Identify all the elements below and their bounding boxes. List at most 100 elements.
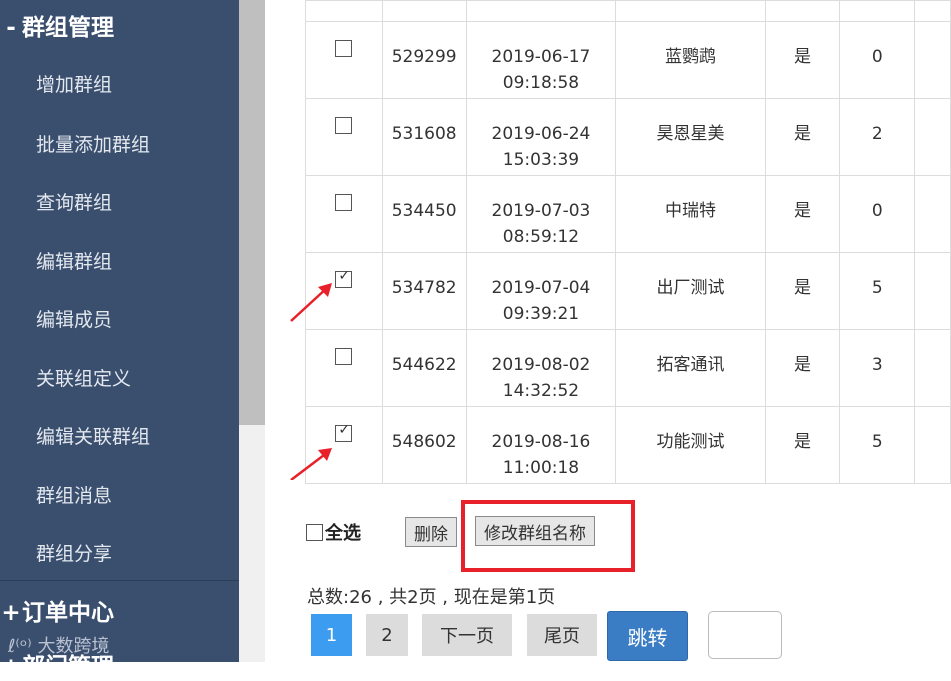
extra-cell xyxy=(914,329,951,407)
row-select-cell xyxy=(305,175,383,253)
created-cell: 2019-06-17 09:18:58 xyxy=(465,21,617,99)
row-checkbox[interactable] xyxy=(335,348,353,365)
flag-cell: 是 xyxy=(764,329,841,407)
group-name-cell: 蓝鹦鹉 xyxy=(615,21,766,99)
created-date: 2019-06-24 xyxy=(491,124,591,144)
table-row: 531608 2019-06-24 15:03:39 昊恩星美 是 2 xyxy=(305,98,951,176)
page-number-input[interactable] xyxy=(708,611,782,659)
sidebar-divider xyxy=(0,580,239,581)
group-id: 531608 xyxy=(391,124,457,144)
sidebar-item[interactable]: 增加群组 xyxy=(36,70,112,97)
page-2-button[interactable]: 2 xyxy=(366,614,408,656)
sidebar-section-order[interactable]: +订单中心 xyxy=(0,593,114,627)
flag-cell: 是 xyxy=(764,98,841,176)
created-time: 14:32:52 xyxy=(502,381,580,401)
created-cell: 2019-08-02 14:32:52 xyxy=(465,329,617,407)
highlight-box xyxy=(461,500,635,572)
group-name: 昊恩星美 xyxy=(656,124,725,144)
sidebar-section-group-title: 群组管理 xyxy=(22,15,114,41)
flag-value: 是 xyxy=(794,355,812,375)
row-select-cell xyxy=(305,21,383,99)
watermark-text: 大数跨境 xyxy=(37,636,110,657)
group-name: 功能测试 xyxy=(656,432,725,452)
group-id-cell: 534782 xyxy=(381,252,467,330)
group-name: 中瑞特 xyxy=(664,201,716,221)
group-id: 548602 xyxy=(391,432,457,452)
flag-cell: 是 xyxy=(764,21,841,99)
sidebar-item[interactable]: 查询群组 xyxy=(36,188,112,215)
group-id-cell: 534450 xyxy=(381,175,467,253)
table-row: 529299 2019-06-17 09:18:58 蓝鹦鹉 是 0 xyxy=(305,21,951,99)
delete-button[interactable]: 删除 xyxy=(405,517,457,547)
created-cell: 2019-08-16 11:00:18 xyxy=(465,406,617,484)
member-count: 5 xyxy=(871,432,883,452)
watermark-logo: ℓ⁽ᵒ⁾ 大数跨境 xyxy=(8,632,109,658)
select-all-label: 全选 xyxy=(325,523,361,544)
sidebar-item[interactable]: 编辑关联群组 xyxy=(36,422,150,449)
table-row: 548602 2019-08-16 11:00:18 功能测试 是 5 xyxy=(305,406,951,484)
sidebar-item[interactable]: 群组消息 xyxy=(36,481,112,508)
group-id-cell: 548602 xyxy=(381,406,467,484)
row-checkbox[interactable] xyxy=(335,40,353,57)
last-page-button[interactable]: 尾页 xyxy=(527,614,597,656)
count-cell: 2 xyxy=(839,98,916,176)
next-page-button[interactable]: 下一页 xyxy=(422,614,512,656)
scrollbar-thumb[interactable] xyxy=(239,0,265,425)
group-id: 534782 xyxy=(391,278,457,298)
count-cell: 0 xyxy=(839,175,916,253)
expand-icon: + xyxy=(1,600,21,626)
sidebar-section-order-title: 订单中心 xyxy=(22,600,114,626)
group-name-cell: 中瑞特 xyxy=(615,175,766,253)
created-time: 15:03:39 xyxy=(502,150,580,170)
pagination-summary: 总数:26 , 共2页 , 现在是第1页 xyxy=(307,587,556,608)
extra-cell xyxy=(914,98,951,176)
group-name: 出厂测试 xyxy=(656,278,725,298)
created-time: 11:00:18 xyxy=(502,458,580,478)
sidebar-section-group[interactable]: - 群组管理 xyxy=(0,8,114,42)
group-id-cell: 531608 xyxy=(381,98,467,176)
created-date: 2019-07-03 xyxy=(491,201,591,221)
group-name: 蓝鹦鹉 xyxy=(664,47,716,67)
select-all-checkbox[interactable]: 全选 xyxy=(306,519,361,545)
member-count: 0 xyxy=(871,201,883,221)
extra-cell xyxy=(914,406,951,484)
row-checkbox[interactable] xyxy=(335,194,353,211)
sidebar-item[interactable]: 编辑成员 xyxy=(36,305,112,332)
group-name-cell: 昊恩星美 xyxy=(615,98,766,176)
group-id: 529299 xyxy=(391,47,457,67)
sidebar-item[interactable]: 群组分享 xyxy=(36,539,112,566)
sidebar-item[interactable]: 关联组定义 xyxy=(36,364,131,391)
checkbox-icon[interactable] xyxy=(306,523,323,541)
arrow-annotation-icon xyxy=(290,283,332,322)
extra-cell xyxy=(914,252,951,330)
group-table: 529299 2019-06-17 09:18:58 蓝鹦鹉是 0 531608 2019-… xyxy=(305,0,951,484)
table-row-partial xyxy=(305,0,951,22)
collapse-icon: - xyxy=(6,15,16,41)
created-cell: 2019-07-04 09:39:21 xyxy=(465,252,617,330)
sidebar-item[interactable]: 批量添加群组 xyxy=(36,130,150,157)
page-1-button[interactable]: 1 xyxy=(311,614,352,656)
table-row: 544622 2019-08-02 14:32:52 拓客通讯 是 3 xyxy=(305,329,951,407)
member-count: 0 xyxy=(871,47,883,67)
flag-value: 是 xyxy=(794,278,812,298)
watermark-icon: ℓ⁽ᵒ⁾ xyxy=(8,636,38,657)
extra-cell xyxy=(914,21,951,99)
sidebar-item[interactable]: 编辑群组 xyxy=(36,247,112,274)
jump-button[interactable]: 跳转 xyxy=(607,611,688,661)
member-count: 3 xyxy=(871,355,883,375)
group-id-cell: 544622 xyxy=(381,329,467,407)
count-cell: 3 xyxy=(839,329,916,407)
created-cell: 2019-06-24 15:03:39 xyxy=(465,98,617,176)
flag-value: 是 xyxy=(794,124,812,144)
row-checkbox[interactable] xyxy=(335,117,353,134)
created-date: 2019-08-02 xyxy=(491,355,591,375)
flag-value: 是 xyxy=(794,201,812,221)
flag-cell: 是 xyxy=(764,175,841,253)
row-select-cell xyxy=(305,98,383,176)
arrow-annotation-icon xyxy=(290,448,332,480)
group-id-cell: 529299 xyxy=(381,21,467,99)
count-cell: 5 xyxy=(839,406,916,484)
member-count: 5 xyxy=(871,278,883,298)
group-name-cell: 功能测试 xyxy=(615,406,766,484)
group-name-cell: 出厂测试 xyxy=(615,252,766,330)
